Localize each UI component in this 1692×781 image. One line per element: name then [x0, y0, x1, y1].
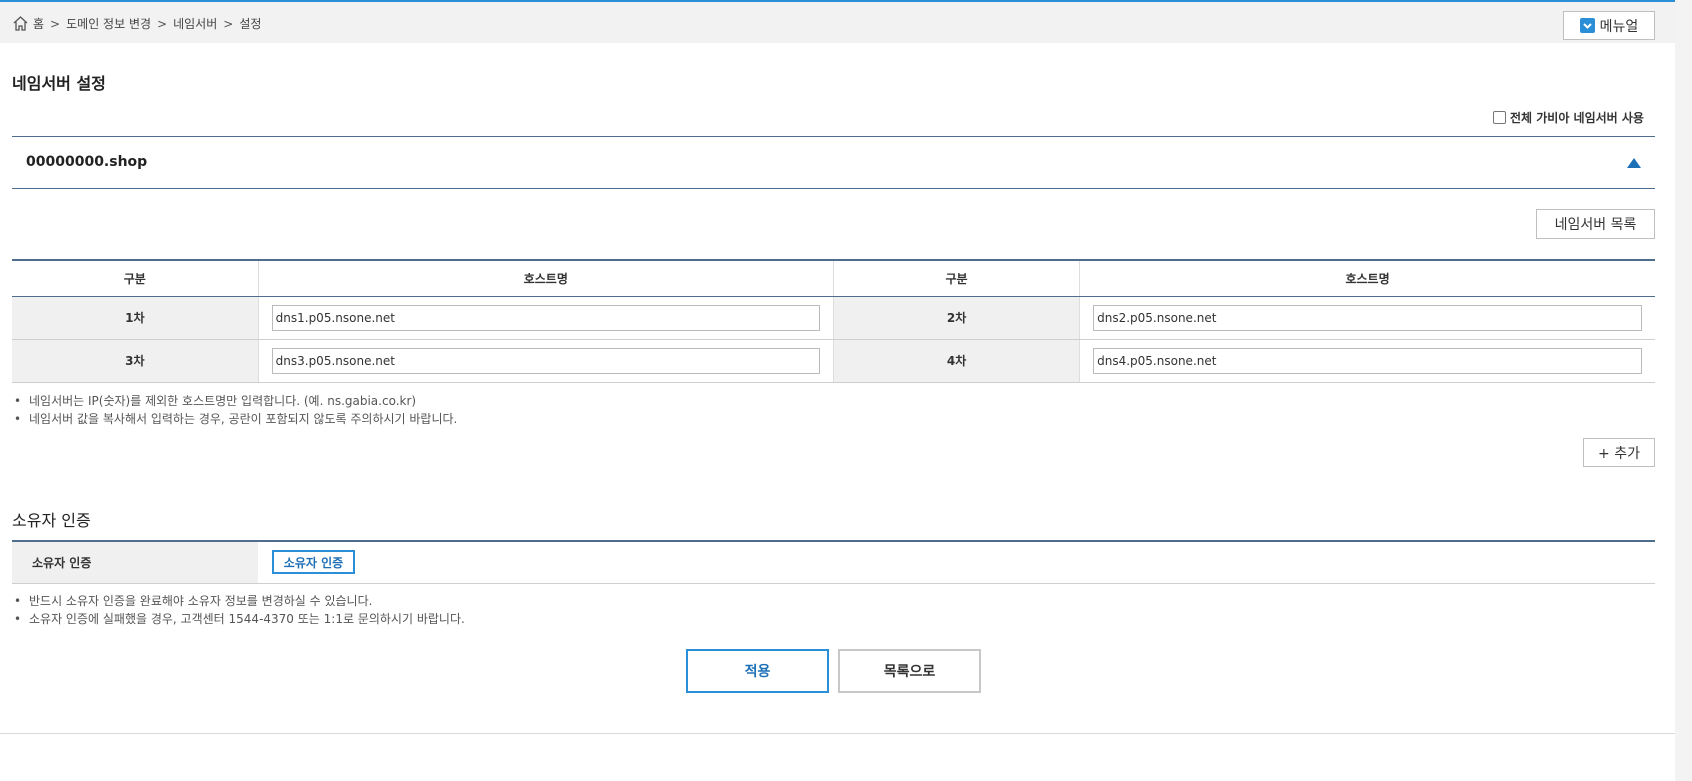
ns-3-label: 3차 — [12, 339, 259, 383]
top-bar: 홈 > 도메인 정보 변경 > 네임서버 > 설정 메뉴얼 — [0, 0, 1675, 43]
ns-2-input[interactable] — [1093, 304, 1642, 331]
ns-1-cell — [258, 296, 834, 340]
column-header-category: 구분 — [12, 260, 259, 297]
add-nameserver-button[interactable]: + 추가 — [1583, 438, 1655, 467]
ns-4-cell — [1079, 339, 1655, 383]
ns-3-cell — [258, 339, 834, 383]
breadcrumb-separator: > — [50, 16, 61, 31]
owner-auth-table: 소유자 인증 소유자 인증 — [12, 540, 1655, 584]
owner-auth-section-title: 소유자 인증 — [12, 511, 91, 530]
nameserver-notes: 네임서버는 IP(숫자)를 제외한 호스트명만 입력합니다. (예. ns.ga… — [12, 392, 457, 428]
column-header-category: 구분 — [833, 260, 1081, 297]
nameserver-table: 구분 호스트명 구분 호스트명 1차 2차 3차 4차 — [12, 259, 1655, 383]
ns-2-label: 2차 — [833, 296, 1081, 340]
column-header-hostname: 호스트명 — [1079, 260, 1655, 297]
manual-button[interactable]: 메뉴얼 — [1563, 11, 1655, 40]
owner-auth-label: 소유자 인증 — [12, 541, 258, 584]
domain-name: 00000000.shop — [26, 154, 148, 170]
breadcrumb-separator: > — [157, 16, 168, 31]
domain-accordion-header[interactable]: 00000000.shop — [12, 136, 1655, 189]
column-header-hostname: 호스트명 — [258, 260, 834, 297]
breadcrumb-home[interactable]: 홈 — [33, 15, 44, 32]
page-title: 네임서버 설정 — [12, 74, 106, 93]
ns-2-cell — [1079, 296, 1655, 340]
ns-1-label: 1차 — [12, 296, 259, 340]
page: 홈 > 도메인 정보 변경 > 네임서버 > 설정 메뉴얼 네임서버 설정 전체… — [0, 0, 1675, 781]
note-item: 소유자 인증에 실패했을 경우, 고객센터 1544-4370 또는 1:1로 … — [12, 610, 465, 628]
ns-4-label: 4차 — [833, 339, 1081, 383]
checkbox-unchecked-icon[interactable] — [1493, 111, 1506, 124]
breadcrumb: 홈 > 도메인 정보 변경 > 네임서버 > 설정 — [12, 15, 261, 32]
breadcrumb-item-nameserver[interactable]: 네임서버 — [173, 15, 217, 32]
breadcrumb-item-settings: 설정 — [239, 17, 262, 31]
scrollbar-track[interactable] — [1675, 0, 1692, 781]
table-row: 3차 4차 — [12, 339, 1655, 383]
all-gabia-nameserver-checkbox[interactable]: 전체 가비아 네임서버 사용 — [1493, 109, 1644, 126]
manual-button-label: 메뉴얼 — [1599, 18, 1639, 35]
note-item: 네임서버 값을 복사해서 입력하는 경우, 공란이 포함되지 않도록 주의하시기… — [12, 410, 457, 428]
ns-3-input[interactable] — [271, 347, 820, 374]
note-item: 반드시 소유자 인증을 완료해야 소유자 정보를 변경하실 수 있습니다. — [12, 592, 465, 610]
table-row: 소유자 인증 소유자 인증 — [12, 541, 1655, 584]
owner-auth-cell: 소유자 인증 — [258, 541, 1655, 584]
table-row: 1차 2차 — [12, 296, 1655, 340]
ns-1-input[interactable] — [271, 304, 820, 331]
breadcrumb-separator: > — [223, 16, 234, 31]
all-gabia-nameserver-label: 전체 가비아 네임서버 사용 — [1510, 111, 1644, 125]
ns-4-input[interactable] — [1093, 347, 1642, 374]
table-header-row: 구분 호스트명 구분 호스트명 — [12, 260, 1655, 297]
owner-auth-notes: 반드시 소유자 인증을 완료해야 소유자 정보를 변경하실 수 있습니다. 소유… — [12, 592, 465, 628]
home-icon[interactable] — [12, 15, 29, 32]
note-item: 네임서버는 IP(숫자)를 제외한 호스트명만 입력합니다. (예. ns.ga… — [12, 392, 457, 410]
triangle-up-icon[interactable] — [1627, 158, 1641, 168]
owner-auth-button[interactable]: 소유자 인증 — [272, 550, 355, 575]
breadcrumb-item-domain-info[interactable]: 도메인 정보 변경 — [66, 15, 151, 32]
apply-button[interactable]: 적용 — [686, 649, 829, 693]
nameserver-list-button[interactable]: 네임서버 목록 — [1536, 209, 1655, 239]
back-to-list-button[interactable]: 목록으로 — [838, 649, 981, 693]
checkbox-checked-icon — [1579, 18, 1595, 33]
divider — [0, 733, 1675, 734]
